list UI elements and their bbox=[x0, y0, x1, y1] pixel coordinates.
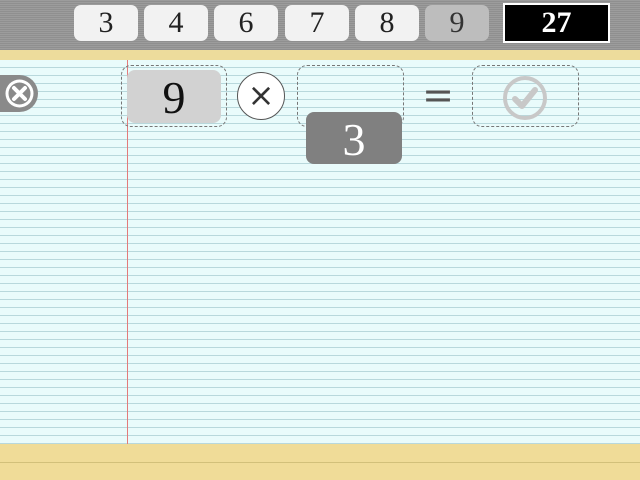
operand1-tile[interactable]: 9 bbox=[127, 70, 221, 123]
target-number: 27 bbox=[503, 3, 610, 43]
number-tile[interactable]: 4 bbox=[144, 5, 208, 41]
dragged-number-tile[interactable]: 3 bbox=[306, 112, 402, 165]
top-paper-strip bbox=[0, 50, 640, 60]
strip-rule bbox=[0, 462, 640, 463]
close-button[interactable] bbox=[0, 75, 38, 112]
check-icon bbox=[503, 76, 547, 120]
equals-sign: = bbox=[422, 73, 454, 117]
operator-button[interactable]: × bbox=[237, 72, 285, 120]
submit-check-button[interactable] bbox=[502, 75, 548, 126]
multiply-icon: × bbox=[247, 76, 275, 114]
number-tile[interactable]: 7 bbox=[285, 5, 349, 41]
number-tile[interactable]: 3 bbox=[74, 5, 138, 41]
number-tile-bar: 3 4 6 7 8 9 27 bbox=[0, 0, 640, 50]
number-tile[interactable]: 8 bbox=[355, 5, 419, 41]
bottom-paper-strip bbox=[0, 444, 640, 480]
close-icon bbox=[5, 79, 34, 108]
number-tile[interactable]: 6 bbox=[214, 5, 278, 41]
number-tile-used[interactable]: 9 bbox=[425, 5, 489, 41]
